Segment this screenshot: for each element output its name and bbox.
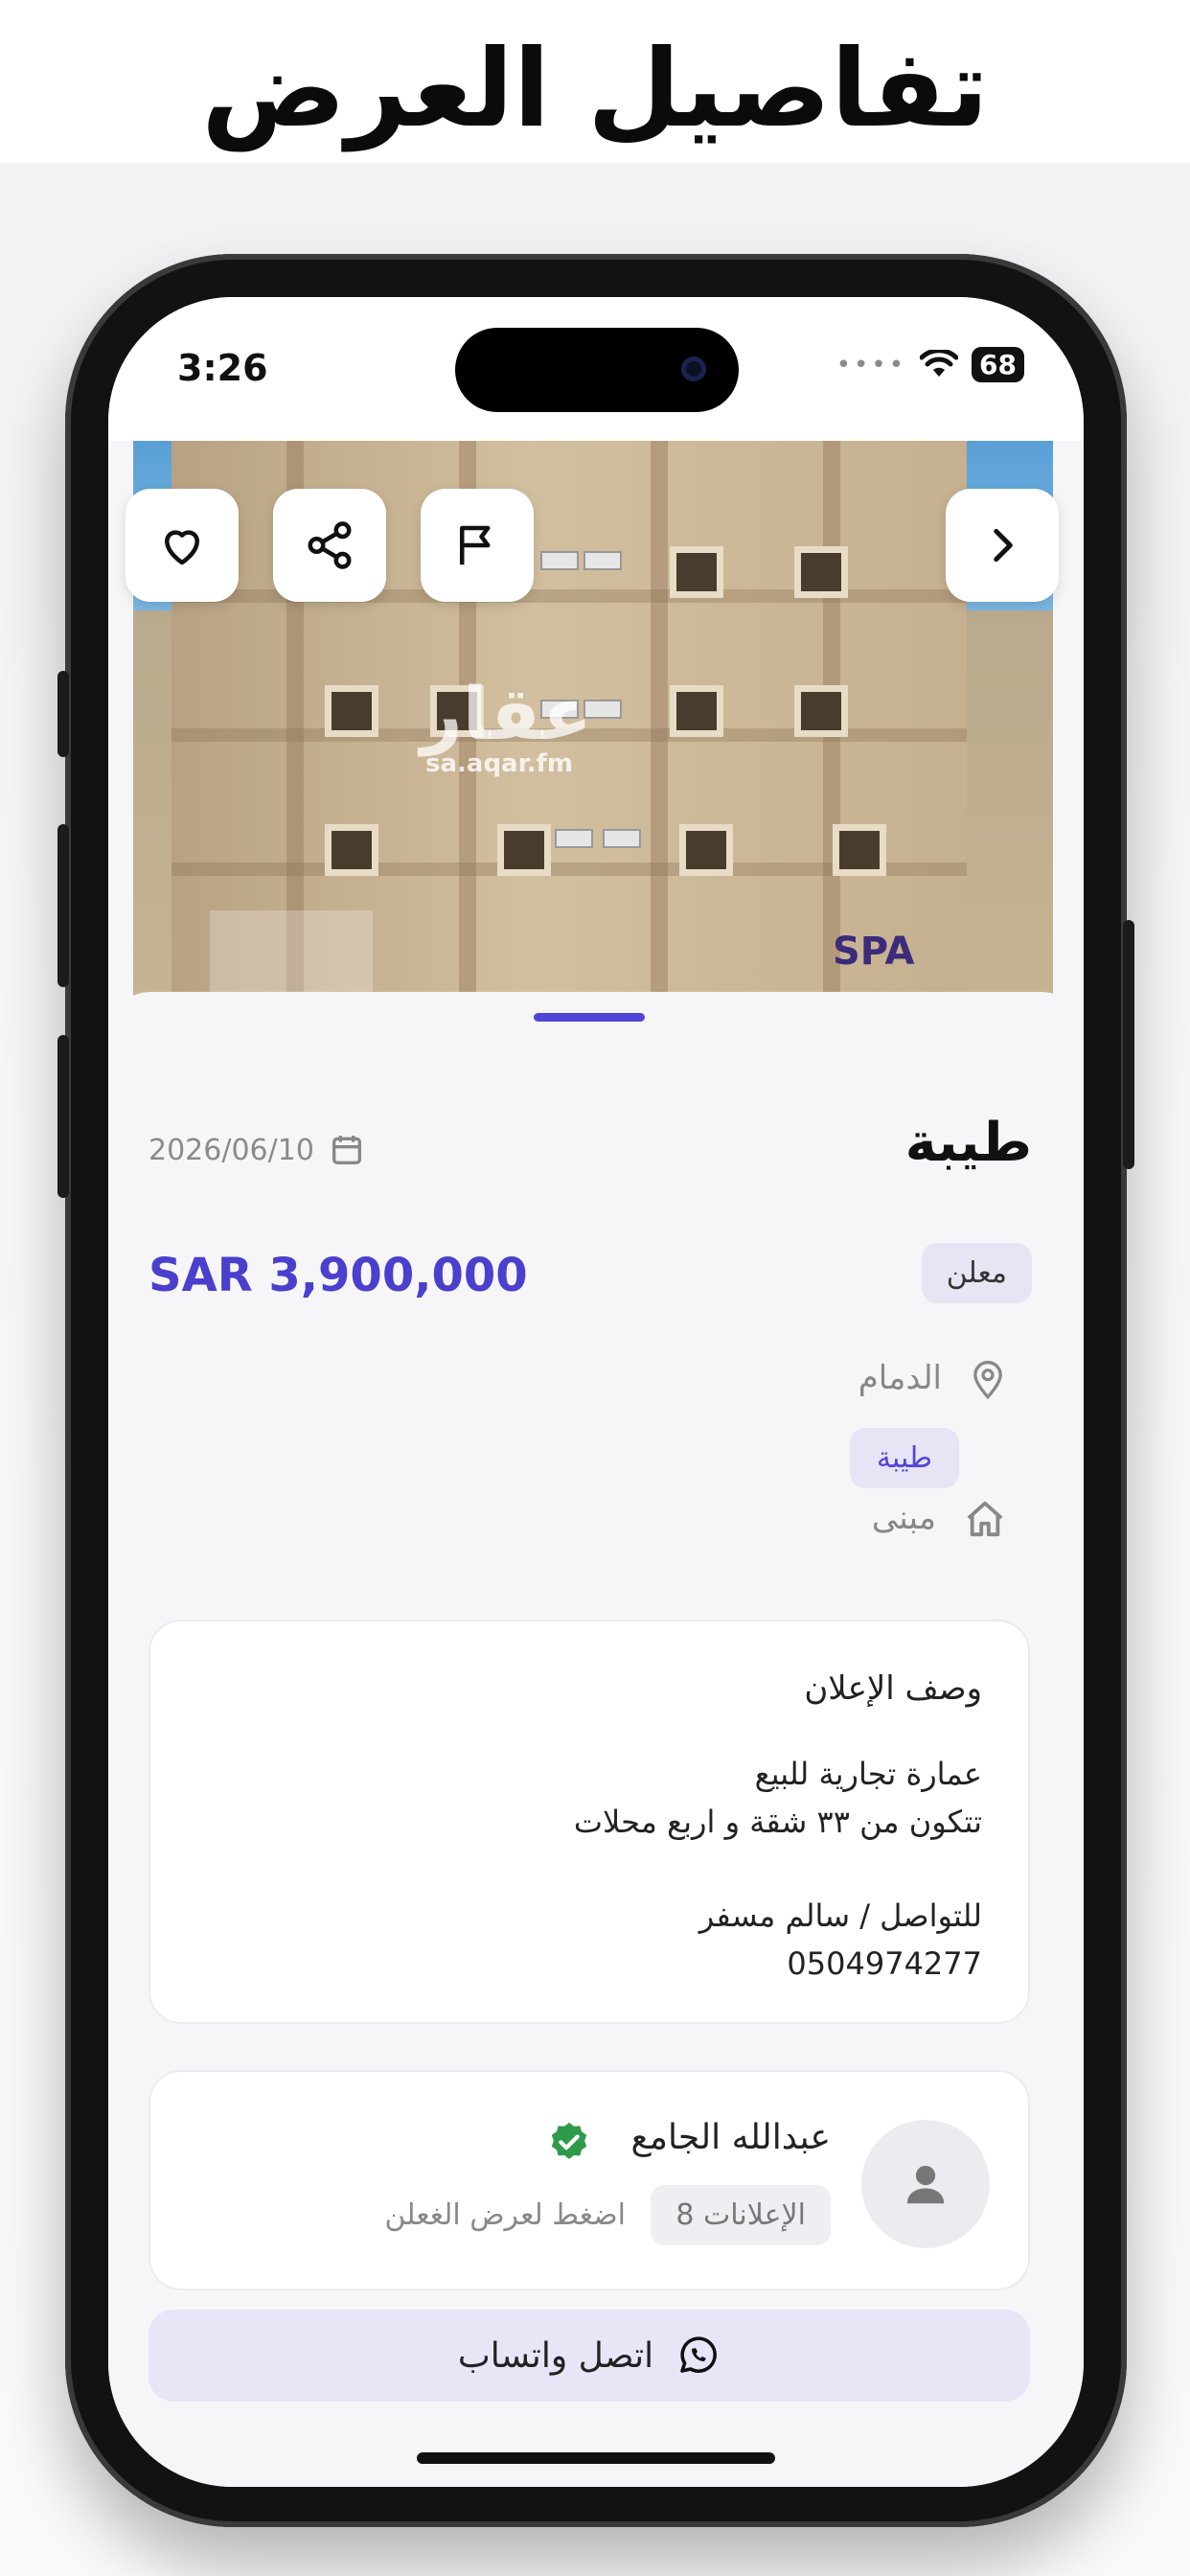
ads-hint: اضغط لعرض الغعلن	[384, 2198, 626, 2232]
date-text: 2026/06/10	[149, 1133, 314, 1167]
whatsapp-button-label: اتصل واتساب	[457, 2335, 654, 2376]
chevron-right-icon	[994, 528, 1013, 563]
avatar	[861, 2120, 990, 2248]
signal-icon: ••••	[835, 350, 907, 380]
flag-icon	[460, 525, 491, 565]
whatsapp-contact-button[interactable]: اتصل واتساب	[149, 2310, 1030, 2402]
back-button[interactable]	[946, 489, 1059, 602]
sheet-handle[interactable]	[534, 1013, 645, 1022]
phone-volume-up-button	[57, 824, 69, 987]
favorite-button[interactable]	[126, 489, 239, 602]
description-line: عمارة تجارية للبيع	[754, 1756, 982, 1792]
listing-date: 2026/06/10	[149, 1131, 366, 1169]
report-button[interactable]	[421, 489, 534, 602]
property-type-label: مبنى	[871, 1499, 936, 1537]
whatsapp-icon	[680, 2336, 718, 2373]
district-chip[interactable]: طيبة	[849, 1428, 959, 1488]
front-camera	[681, 356, 706, 381]
status-icons: •••• 68	[836, 347, 1024, 382]
heart-icon	[165, 530, 199, 565]
advertiser-card[interactable]: عبدالله الجامع 8 الإعلانات اضغط لعرض الغ…	[149, 2070, 1030, 2290]
contact-phone[interactable]: 0504974277	[196, 1940, 982, 1988]
photo-watermark-url: sa.aqar.fm	[425, 749, 573, 778]
contact-line: للتواصل / سالم مسفر	[698, 1898, 982, 1934]
wifi-icon	[920, 349, 959, 377]
listing-photo[interactable]: عقار sa.aqar.fm SPA	[133, 441, 1053, 1006]
description-card: وصف الإعلان عمارة تجارية للبيع تتكون من …	[149, 1620, 1030, 2024]
city-label: الدمام	[858, 1359, 942, 1397]
description-title: وصف الإعلان	[804, 1669, 982, 1708]
share-icon	[308, 521, 352, 569]
home-indicator[interactable]	[417, 2452, 775, 2464]
home-icon	[967, 1501, 1003, 1537]
ads-count-chip[interactable]: 8 الإعلانات	[651, 2185, 831, 2245]
phone-volume-down-button	[57, 1035, 69, 1198]
details-sheet: 2026/06/10 طيبة SAR 3,900,000 معلن الدما…	[108, 992, 1084, 2487]
user-icon	[906, 2165, 945, 2204]
share-button[interactable]	[273, 489, 386, 602]
property-type-row: مبنى	[872, 1498, 1007, 1538]
listing-price: SAR 3,900,000	[149, 1249, 528, 1302]
photo-sign: SPA	[833, 930, 915, 974]
advertiser-badge: معلن	[921, 1243, 1032, 1303]
battery-indicator: 68	[972, 347, 1024, 382]
status-bar: 3:26 •••• 68	[108, 297, 1084, 441]
status-time: 3:26	[177, 347, 268, 389]
location-pin-icon	[973, 1360, 1002, 1400]
photo-watermark: عقار	[421, 671, 592, 756]
listing-title: طيبة	[904, 1112, 1032, 1174]
calendar-icon	[332, 1136, 361, 1164]
description-line: تتكون من ٣٣ شقة و اربع محلات	[573, 1804, 982, 1840]
phone-power-button	[1123, 920, 1134, 1169]
phone-screen: 3:26 •••• 68 عقار sa.aqar.fm SPA 2026/06…	[108, 297, 1084, 2487]
phone-side-button	[57, 671, 69, 757]
verified-icon	[547, 2120, 591, 2168]
advertiser-name: عبدالله الجامع	[630, 2118, 832, 2157]
location-row: الدمام	[858, 1356, 1007, 1400]
